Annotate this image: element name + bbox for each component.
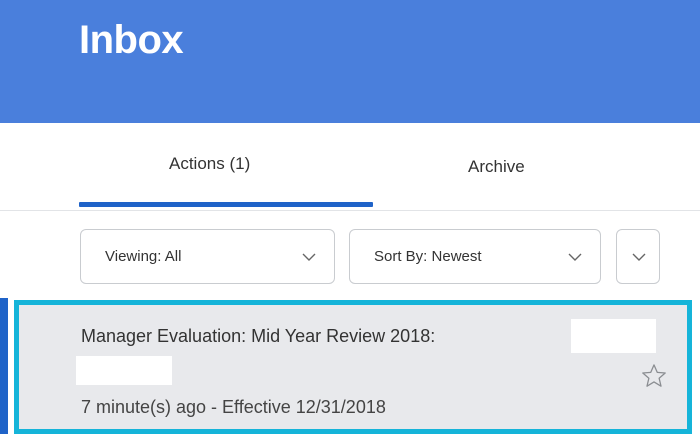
- selected-item-indicator: [0, 298, 8, 434]
- tab-archive[interactable]: Archive: [468, 157, 525, 177]
- viewing-dropdown-label: Viewing: All: [105, 248, 182, 265]
- star-icon[interactable]: [640, 362, 668, 390]
- item-meta: 7 minute(s) ago - Effective 12/31/2018: [81, 397, 386, 417]
- redacted-name: [571, 319, 656, 353]
- chevron-down-icon: [302, 253, 316, 261]
- tab-actions[interactable]: Actions (1): [169, 154, 250, 174]
- item-title: Manager Evaluation: Mid Year Review 2018…: [81, 326, 436, 346]
- sort-dropdown-label: Sort By: Newest: [374, 248, 482, 265]
- chevron-down-icon: [632, 253, 646, 261]
- inbox-item[interactable]: Manager Evaluation: Mid Year Review 2018…: [14, 300, 692, 434]
- active-tab-indicator: [79, 202, 373, 207]
- inbox-header: Inbox: [0, 0, 700, 123]
- filter-bar: Viewing: All Sort By: Newest: [0, 229, 700, 289]
- sort-dropdown[interactable]: Sort By: Newest: [349, 229, 601, 284]
- viewing-dropdown[interactable]: Viewing: All: [80, 229, 335, 284]
- more-options-dropdown[interactable]: [616, 229, 660, 284]
- tab-bar: Actions (1) Archive: [0, 123, 700, 211]
- chevron-down-icon: [568, 253, 582, 261]
- redacted-name: [76, 356, 172, 385]
- page-title: Inbox: [79, 18, 184, 62]
